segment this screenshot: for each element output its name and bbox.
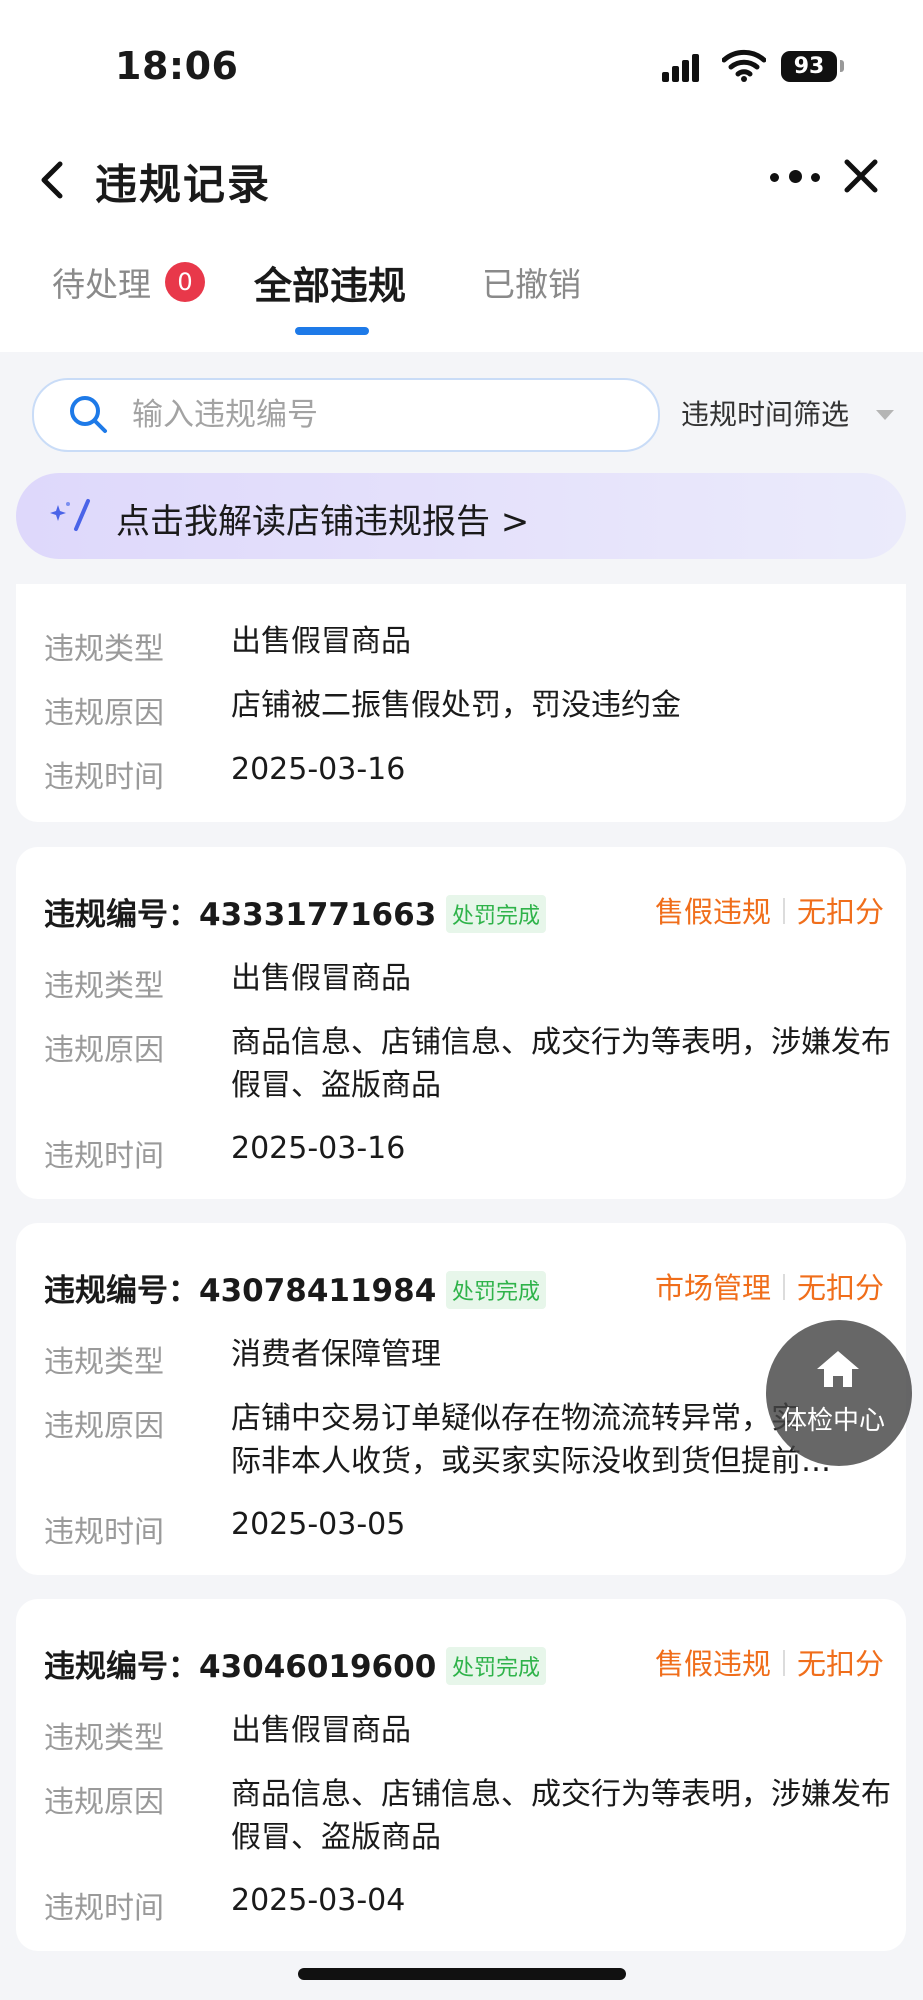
violation-tags: 市场管理 无扣分 — [654, 1271, 884, 1305]
pending-count-badge: 0 — [165, 262, 205, 302]
report-banner[interactable]: 点击我解读店铺违规报告 > — [16, 473, 906, 559]
back-arrow-icon[interactable] — [38, 160, 68, 200]
fab-label: 体检中心 — [781, 1406, 886, 1436]
type-label: 违规类型 — [44, 632, 164, 667]
search-box[interactable] — [32, 378, 660, 452]
card-header: 违规编号：43046019600 处罚完成 售假违规 无扣分 — [44, 1641, 884, 1689]
card-header: 违规编号：43331771663 处罚完成 售假违规 无扣分 — [44, 889, 884, 937]
time-value: 2025-03-04 — [231, 1883, 406, 1918]
card-header: 违规编号：43078411984 处罚完成 市场管理 无扣分 — [44, 1265, 884, 1313]
type-value: 出售假冒商品 — [231, 1713, 411, 1748]
search-input[interactable] — [130, 392, 634, 438]
health-check-center-button[interactable]: 体检中心 — [766, 1320, 912, 1466]
time-value: 2025-03-16 — [231, 1131, 406, 1166]
reason-label: 违规原因 — [44, 1785, 164, 1820]
time-label: 违规时间 — [44, 1139, 164, 1174]
violation-id: 违规编号：43078411984 — [44, 1273, 437, 1309]
violation-id: 违规编号：43331771663 — [44, 897, 437, 933]
time-label: 违规时间 — [44, 760, 164, 795]
status-badge: 处罚完成 — [446, 895, 547, 933]
type-label: 违规类型 — [44, 969, 164, 1004]
tab-all-violations[interactable]: 全部违规 — [254, 255, 406, 310]
home-icon — [817, 1351, 859, 1387]
reason-value: 商品信息、店铺信息、成交行为等表明，涉嫌发布假冒、盗版商品 — [231, 1777, 891, 1855]
reason-label: 违规原因 — [44, 696, 164, 731]
time-value: 2025-03-16 — [231, 752, 406, 787]
status-time: 18:06 — [115, 44, 239, 88]
reason-label: 违规原因 — [44, 1409, 164, 1444]
violation-tags: 售假违规 无扣分 — [654, 895, 884, 929]
violation-tags: 售假违规 无扣分 — [654, 1647, 884, 1681]
type-label: 违规类型 — [44, 1345, 164, 1380]
reason-value: 商品信息、店铺信息、成交行为等表明，涉嫌发布假冒、盗版商品 — [231, 1025, 891, 1103]
time-label: 违规时间 — [44, 1891, 164, 1926]
tab-pending[interactable]: 待处理 — [52, 258, 151, 306]
type-value: 出售假冒商品 — [231, 624, 411, 659]
reason-value: 店铺被二振售假处罚，罚没违约金 — [231, 688, 681, 723]
battery-indicator: 93 — [781, 51, 837, 82]
status-badge: 处罚完成 — [446, 1271, 547, 1309]
type-value: 出售假冒商品 — [231, 961, 411, 996]
time-filter-dropdown[interactable]: 违规时间筛选 — [681, 393, 849, 433]
tab-revoked[interactable]: 已撤销 — [482, 258, 581, 306]
page-title: 违规记录 — [95, 160, 272, 209]
banner-text: 点击我解读店铺违规报告 > — [116, 502, 530, 542]
time-label: 违规时间 — [44, 1515, 164, 1550]
violation-card[interactable]: 违规编号：43331771663 处罚完成 售假违规 无扣分 违规类型 出售假冒商… — [16, 847, 906, 1199]
home-indicator[interactable] — [298, 1968, 626, 1980]
battery-tip — [840, 60, 844, 72]
violation-card[interactable]: 违规类型 出售假冒商品 违规原因 店铺被二振售假处罚，罚没违约金 违规时间 20… — [16, 584, 906, 822]
active-tab-indicator — [295, 327, 369, 335]
chevron-down-icon[interactable] — [876, 410, 894, 420]
status-badge: 处罚完成 — [446, 1647, 547, 1685]
sparkle-icon — [50, 499, 90, 531]
reason-label: 违规原因 — [44, 1033, 164, 1068]
type-label: 违规类型 — [44, 1721, 164, 1756]
violation-id: 违规编号：43046019600 — [44, 1649, 437, 1685]
more-options-icon[interactable] — [770, 168, 822, 184]
time-value: 2025-03-05 — [231, 1507, 406, 1542]
cellular-signal-icon — [662, 52, 702, 82]
violation-card[interactable]: 违规编号：43046019600 处罚完成 售假违规 无扣分 违规类型 出售假冒商… — [16, 1599, 906, 1951]
search-icon — [70, 396, 107, 433]
close-icon[interactable] — [843, 158, 879, 194]
wifi-icon — [722, 49, 766, 82]
